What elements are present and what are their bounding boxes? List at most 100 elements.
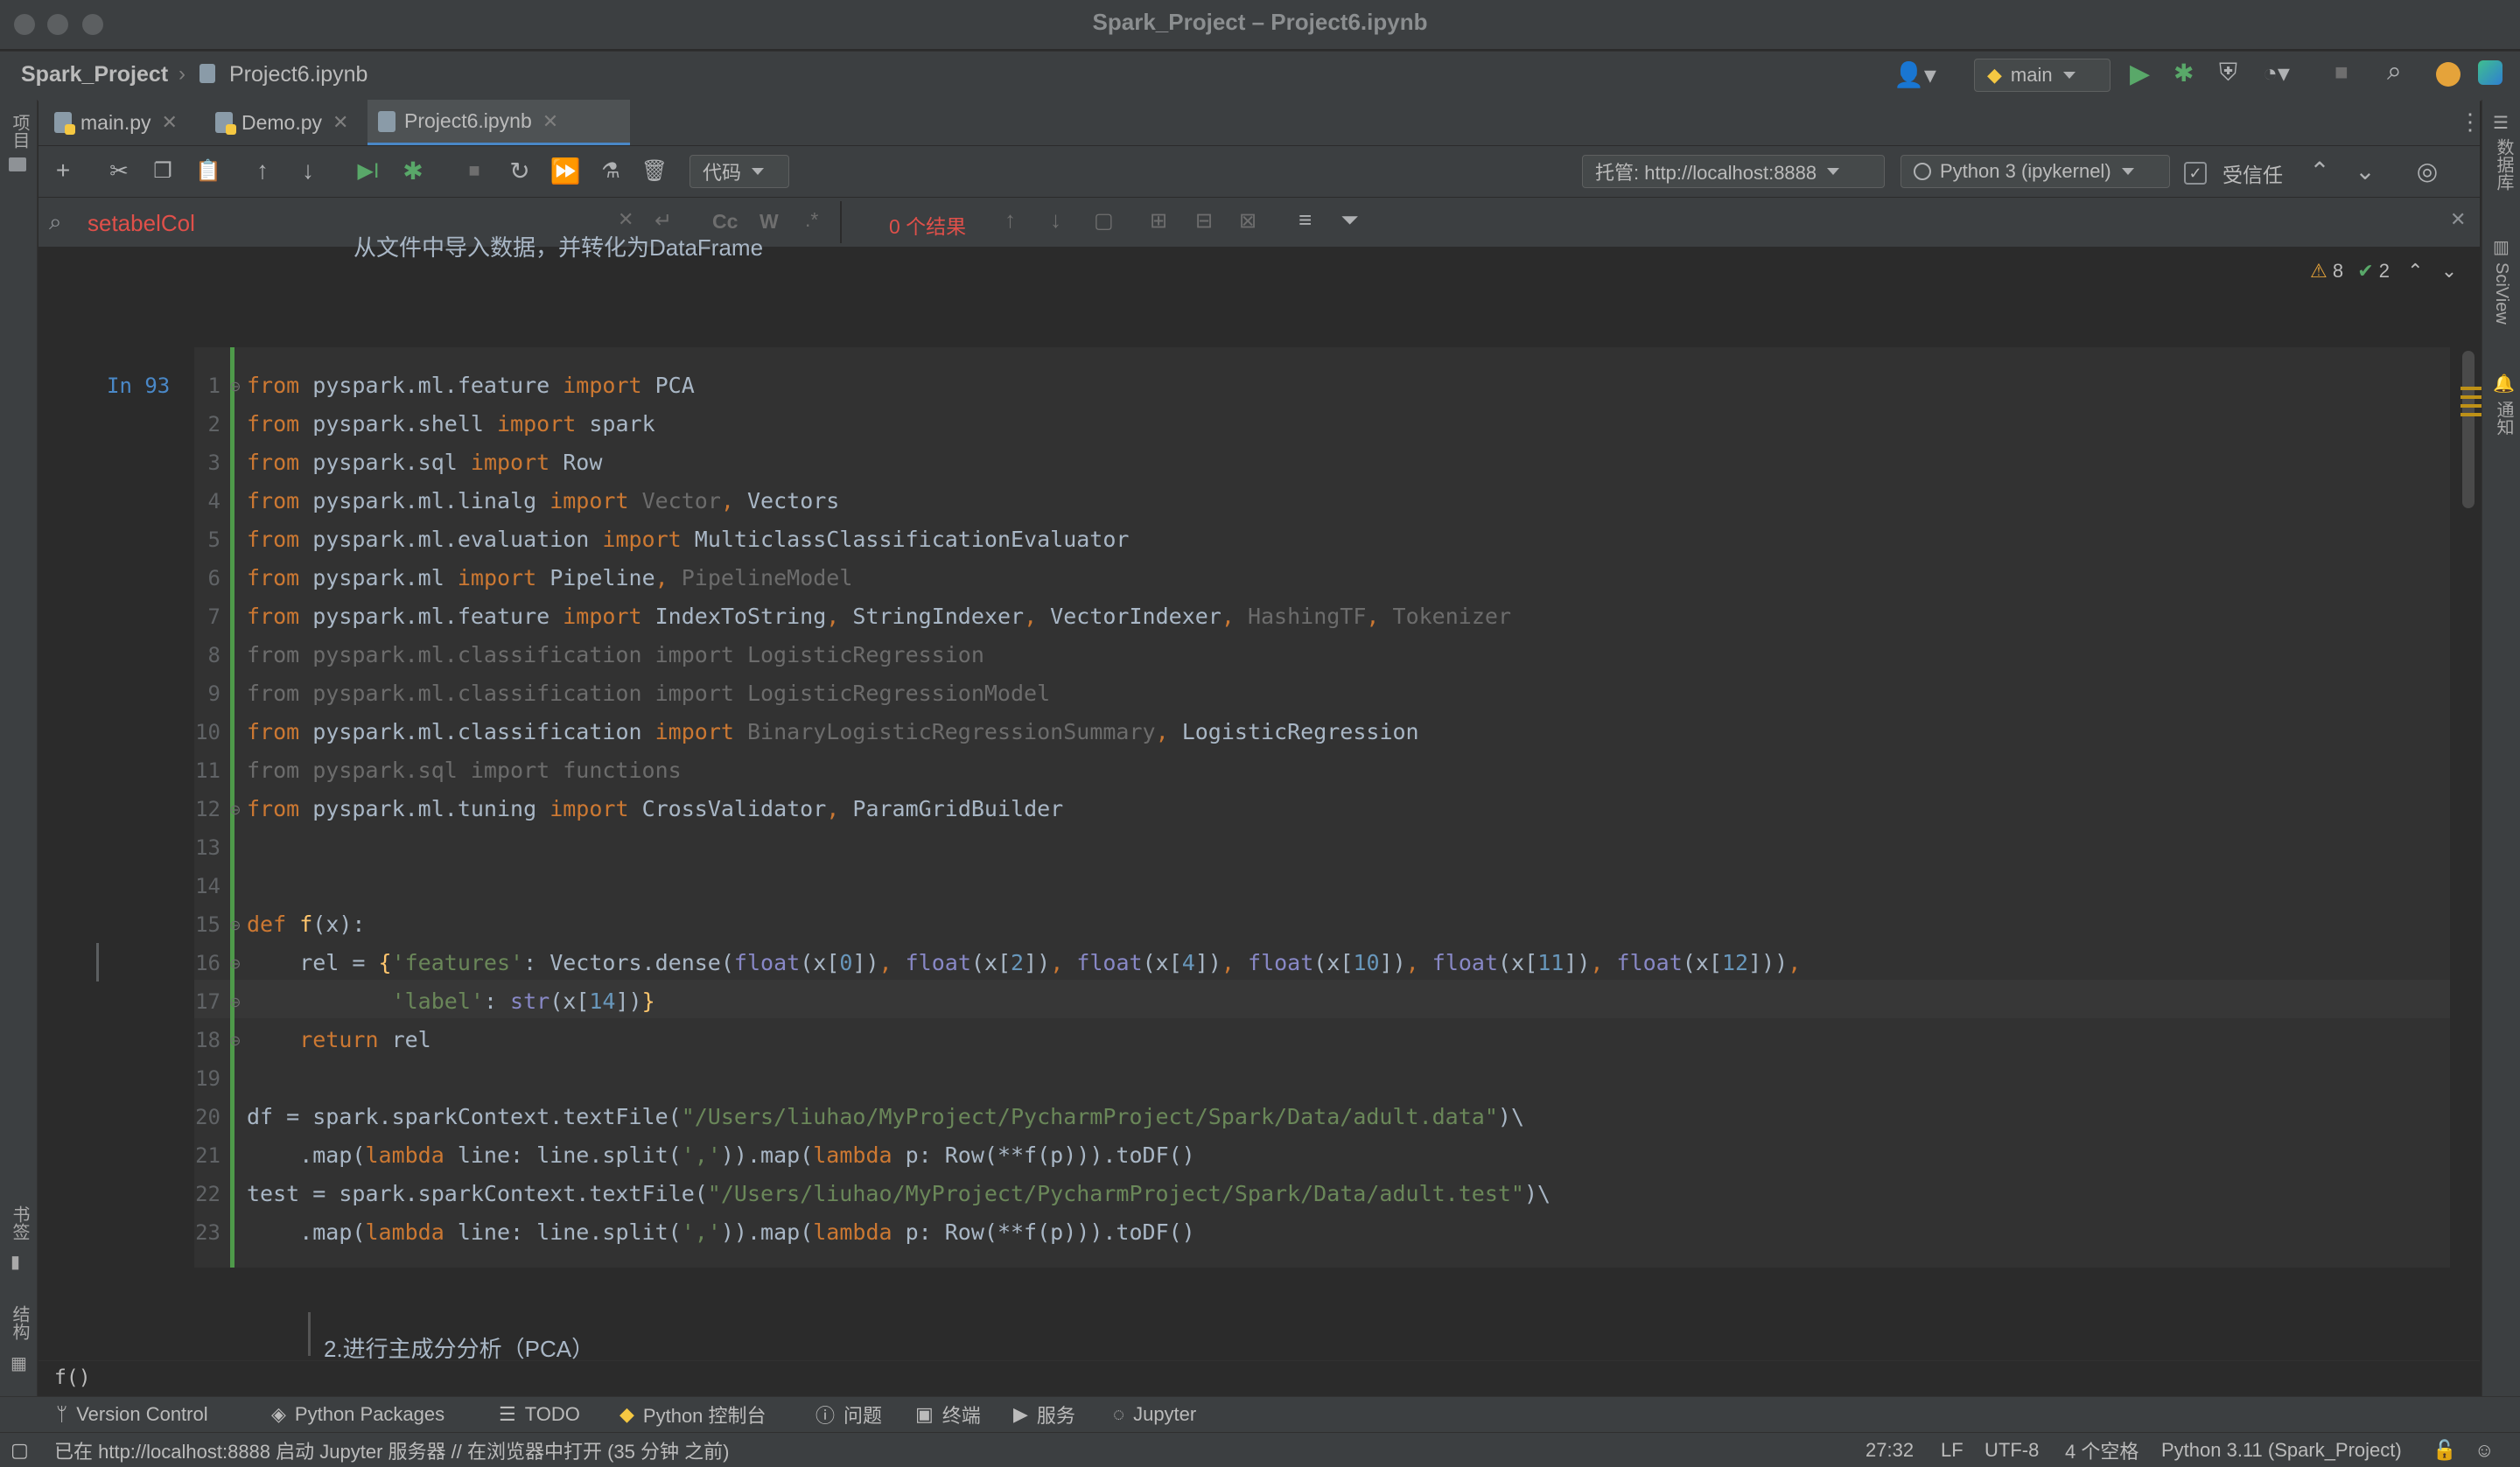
more-tabs-icon[interactable]: ⋮ bbox=[2459, 108, 2482, 136]
error-stripe-mark[interactable] bbox=[2460, 404, 2482, 408]
code-line[interactable]: .map(lambda line: line.split(',')).map(l… bbox=[247, 1136, 1195, 1175]
scrollbar[interactable] bbox=[2462, 351, 2474, 508]
caret-position[interactable]: 27:32 bbox=[1866, 1433, 1914, 1467]
code-line[interactable]: from pyspark.ml.tuning import CrossValid… bbox=[247, 790, 1063, 828]
fold-marker-icon[interactable]: ⊖ bbox=[229, 994, 241, 1011]
kernel-dropdown[interactable]: Python 3 (ipykernel) bbox=[1900, 155, 2170, 188]
remove-occurrence-icon[interactable]: ⊟ bbox=[1195, 208, 1213, 234]
clear-outputs-icon[interactable]: ⚗ bbox=[595, 155, 626, 186]
move-down-icon[interactable]: ↓ bbox=[292, 155, 324, 186]
tool-jupyter[interactable]: ◌ Jupyter bbox=[1113, 1397, 1196, 1432]
coverage-icon[interactable]: ⛨ bbox=[2219, 59, 2237, 87]
next-cell-icon[interactable]: ⌄ bbox=[2352, 155, 2378, 186]
toggle-panels-icon[interactable]: ▢ bbox=[10, 1433, 29, 1467]
file-encoding[interactable]: UTF-8 bbox=[1984, 1433, 2039, 1467]
debug-cell-icon[interactable]: ✱ bbox=[397, 155, 429, 186]
code-line[interactable]: from pyspark.ml import Pipeline, Pipelin… bbox=[247, 559, 852, 597]
stop-icon[interactable]: ■ bbox=[2334, 59, 2348, 86]
notifications-tool-button[interactable]: 通知 bbox=[2491, 401, 2516, 436]
fold-marker-icon[interactable]: ⊖ bbox=[229, 801, 241, 819]
plugin-logo-icon[interactable] bbox=[2478, 60, 2502, 85]
function-breadcrumb[interactable]: f() bbox=[54, 1366, 91, 1389]
tool-services[interactable]: ▶ 服务 bbox=[1013, 1397, 1075, 1432]
open-in-window-icon[interactable]: ▢ bbox=[1094, 208, 1114, 234]
previous-highlight-icon[interactable]: ⌃ bbox=[2407, 260, 2423, 282]
status-message[interactable]: 已在 http://localhost:8888 启动 Jupyter 服务器 … bbox=[54, 1433, 729, 1467]
filter-options-icon[interactable]: ≡ bbox=[1298, 206, 1312, 234]
run-config-dropdown[interactable]: ◆ main bbox=[1974, 59, 2110, 92]
next-match-icon[interactable]: ↓ bbox=[1050, 206, 1061, 234]
tool-problems[interactable]: ⓘ 问题 bbox=[816, 1397, 882, 1432]
jupyter-server-dropdown[interactable]: 托管: http://localhost:8888 bbox=[1582, 155, 1885, 188]
user-icon[interactable]: 👤▾ bbox=[1894, 60, 1936, 89]
cell-type-dropdown[interactable]: 代码 bbox=[690, 155, 789, 188]
search-everywhere-icon[interactable]: ⌕ bbox=[2387, 57, 2402, 87]
tool-version-control[interactable]: ᛘ Version Control bbox=[56, 1397, 208, 1432]
fold-marker-icon[interactable]: ⊖ bbox=[229, 955, 241, 973]
tab-project6-ipynb[interactable]: Project6.ipynb ✕ bbox=[368, 100, 630, 145]
code-line[interactable]: from pyspark.sql import Row bbox=[247, 444, 602, 482]
code-line[interactable]: df = spark.sparkContext.textFile("/Users… bbox=[247, 1098, 1524, 1136]
code-line[interactable]: rel = {'features': Vectors.dense(float(x… bbox=[247, 944, 1801, 982]
bookmarks-tool-button[interactable]: 书签 bbox=[7, 1205, 32, 1240]
error-stripe-mark[interactable] bbox=[2460, 395, 2482, 399]
code-line[interactable]: from pyspark.sql import functions bbox=[247, 751, 682, 790]
select-all-occurrences-icon[interactable]: ⊠ bbox=[1239, 208, 1256, 234]
close-tab-icon[interactable]: ✕ bbox=[332, 111, 348, 134]
code-line[interactable]: .map(lambda line: line.split(',')).map(l… bbox=[247, 1213, 1195, 1252]
copy-icon[interactable]: ❐ bbox=[147, 155, 178, 186]
run-all-icon[interactable]: ⏩ bbox=[550, 155, 581, 186]
code-line[interactable]: test = spark.sparkContext.textFile("/Use… bbox=[247, 1175, 1550, 1213]
previous-match-icon[interactable]: ↑ bbox=[1004, 206, 1016, 234]
close-tab-icon[interactable]: ✕ bbox=[542, 110, 558, 133]
search-input[interactable]: setabelCol bbox=[88, 210, 195, 237]
open-in-browser-icon[interactable]: ◎ bbox=[2412, 155, 2443, 186]
run-icon[interactable]: ▶ bbox=[2130, 59, 2150, 89]
previous-cell-icon[interactable]: ⌃ bbox=[2306, 155, 2333, 186]
delete-icon[interactable]: 🗑 bbox=[639, 155, 670, 186]
code-line[interactable]: from pyspark.ml.linalg import Vector, Ve… bbox=[247, 482, 839, 520]
sciview-tool-button[interactable]: SciView bbox=[2491, 262, 2511, 325]
breadcrumb-project[interactable]: Spark_Project bbox=[21, 62, 168, 87]
code-line[interactable]: return rel bbox=[247, 1021, 431, 1059]
move-up-icon[interactable]: ↑ bbox=[247, 155, 278, 186]
lock-icon[interactable]: 🔓 bbox=[2432, 1433, 2456, 1467]
code-line[interactable]: 'label': str(x[14])} bbox=[247, 982, 655, 1021]
code-line[interactable]: from pyspark.shell import spark bbox=[247, 405, 655, 444]
update-icon[interactable] bbox=[2436, 62, 2460, 87]
tool-python-packages[interactable]: ◈ Python Packages bbox=[271, 1397, 444, 1432]
fold-marker-icon[interactable]: ⊖ bbox=[229, 1032, 241, 1050]
debug-icon[interactable]: ✱ bbox=[2174, 59, 2194, 87]
inspector-icon[interactable]: ☺ bbox=[2474, 1433, 2494, 1467]
fold-marker-icon[interactable]: ⊖ bbox=[229, 378, 241, 395]
tool-python-console[interactable]: ◆ Python 控制台 bbox=[620, 1397, 766, 1432]
add-occurrence-icon[interactable]: ⊞ bbox=[1150, 208, 1167, 234]
profile-icon[interactable]: ◔▾ bbox=[2263, 59, 2290, 87]
structure-tool-button[interactable]: 结构 bbox=[7, 1305, 32, 1340]
code-line[interactable]: from pyspark.ml.classification import Lo… bbox=[247, 636, 984, 674]
add-cell-icon[interactable]: + bbox=[47, 155, 79, 186]
database-tool-button[interactable]: 数据库 bbox=[2491, 138, 2516, 191]
inspection-widget[interactable]: ⚠ 8 ✔ 2 ⌃ ⌄ bbox=[2310, 260, 2457, 283]
code-line[interactable]: from pyspark.ml.classification import Bi… bbox=[247, 713, 1419, 751]
code-line[interactable]: from pyspark.ml.classification import Lo… bbox=[247, 674, 1050, 713]
interrupt-kernel-icon[interactable]: ■ bbox=[458, 155, 490, 186]
code-line[interactable]: from pyspark.ml.evaluation import Multic… bbox=[247, 520, 1129, 559]
code-line[interactable]: def f(x): bbox=[247, 905, 366, 944]
close-tab-icon[interactable]: ✕ bbox=[162, 111, 178, 134]
tool-todo[interactable]: ☰ TODO bbox=[499, 1397, 580, 1432]
paste-icon[interactable]: 📋 bbox=[192, 155, 224, 186]
code-line[interactable]: from pyspark.ml.feature import PCA bbox=[247, 367, 695, 405]
next-highlight-icon[interactable]: ⌄ bbox=[2441, 260, 2457, 282]
restart-kernel-icon[interactable]: ↻ bbox=[504, 155, 536, 186]
filter-icon[interactable]: ⏷ bbox=[1340, 206, 1359, 234]
error-stripe-mark[interactable] bbox=[2460, 413, 2482, 416]
breadcrumb-file[interactable]: Project6.ipynb bbox=[229, 62, 368, 87]
trusted-checkbox[interactable]: ✓ bbox=[2184, 162, 2207, 185]
close-find-bar-icon[interactable]: ✕ bbox=[2450, 208, 2466, 231]
run-cell-icon[interactable]: ▶I bbox=[350, 155, 387, 186]
fold-marker-icon[interactable]: ⊖ bbox=[229, 917, 241, 934]
project-tool-button[interactable]: 项目 bbox=[7, 114, 32, 149]
tab-main-py[interactable]: main.py ✕ bbox=[44, 100, 200, 145]
python-interpreter[interactable]: Python 3.11 (Spark_Project) bbox=[2161, 1433, 2402, 1467]
